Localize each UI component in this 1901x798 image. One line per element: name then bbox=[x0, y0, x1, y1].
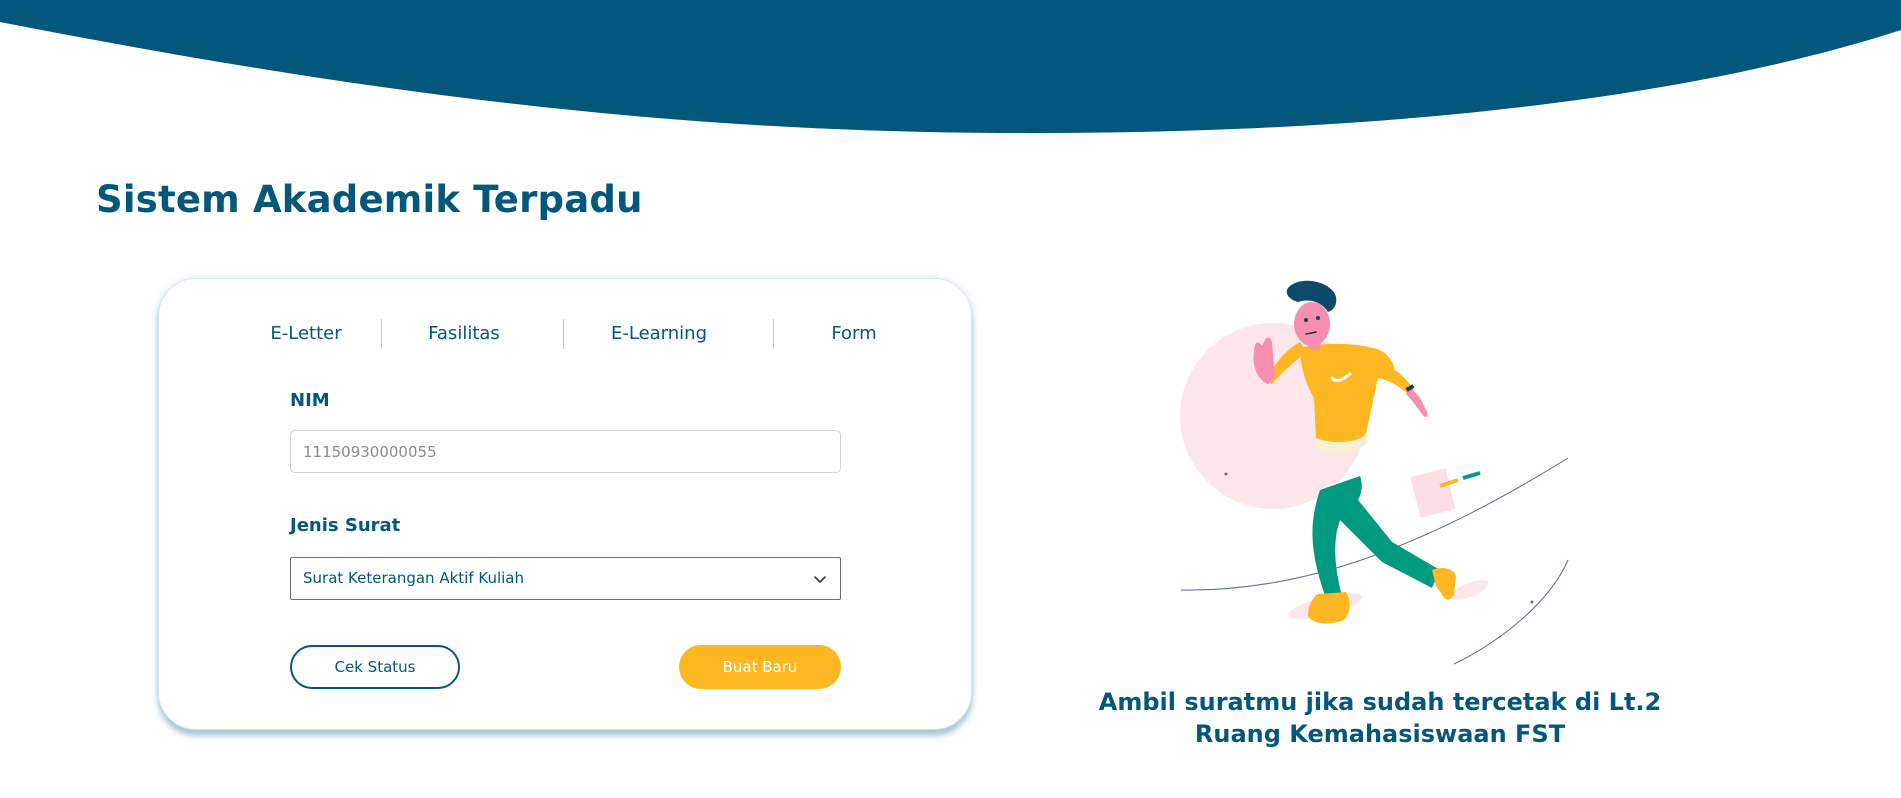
header-wave bbox=[0, 0, 1901, 134]
tab-form[interactable]: Form bbox=[789, 319, 919, 349]
letter-request-card: E-Letter Fasilitas E-Learning Form NIM J… bbox=[158, 278, 972, 730]
tab-bar: E-Letter Fasilitas E-Learning Form bbox=[159, 319, 971, 349]
jenis-surat-select[interactable]: Surat Keterangan Aktif Kuliah bbox=[290, 557, 841, 600]
jenis-surat-label: Jenis Surat bbox=[290, 515, 401, 536]
tab-divider bbox=[773, 319, 774, 349]
nim-input[interactable] bbox=[290, 430, 841, 473]
chevron-down-icon bbox=[814, 576, 826, 583]
nim-label: NIM bbox=[290, 390, 330, 411]
jenis-surat-selected-value: Surat Keterangan Aktif Kuliah bbox=[303, 569, 524, 587]
tab-e-letter[interactable]: E-Letter bbox=[241, 319, 371, 349]
page-title: Sistem Akademik Terpadu bbox=[96, 178, 643, 221]
buat-baru-button[interactable]: Buat Baru bbox=[679, 645, 841, 689]
tab-e-learning[interactable]: E-Learning bbox=[579, 319, 739, 349]
tab-divider bbox=[563, 319, 564, 349]
tab-fasilitas[interactable]: Fasilitas bbox=[399, 319, 529, 349]
cek-status-button[interactable]: Cek Status bbox=[290, 645, 460, 689]
tab-divider bbox=[381, 319, 382, 349]
pickup-caption: Ambil suratmu jika sudah tercetak di Lt.… bbox=[1098, 688, 1662, 748]
running-person-illustration bbox=[1180, 280, 1569, 665]
